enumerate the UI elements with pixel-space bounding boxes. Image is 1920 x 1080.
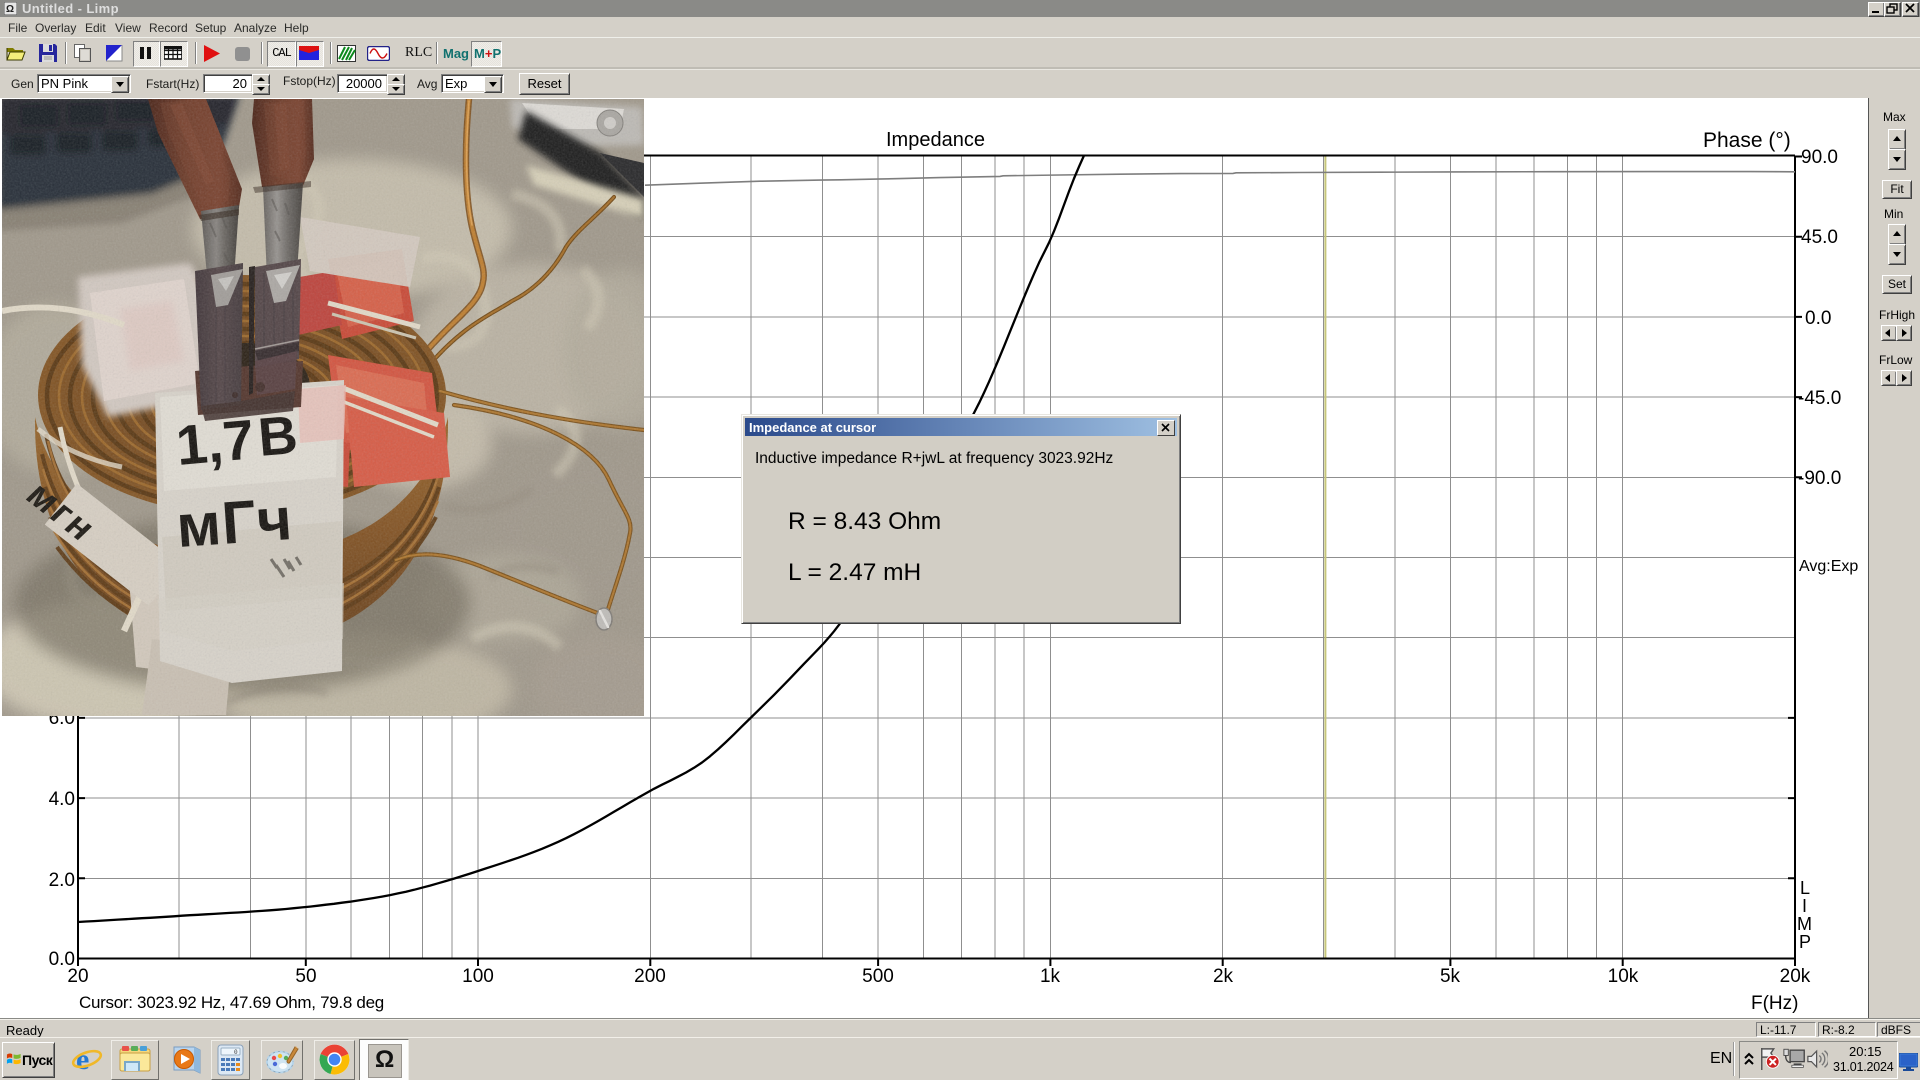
svg-text:Ω: Ω bbox=[6, 4, 14, 15]
svg-text:e: e bbox=[76, 1043, 89, 1075]
svg-text:0: 0 bbox=[234, 1049, 238, 1056]
